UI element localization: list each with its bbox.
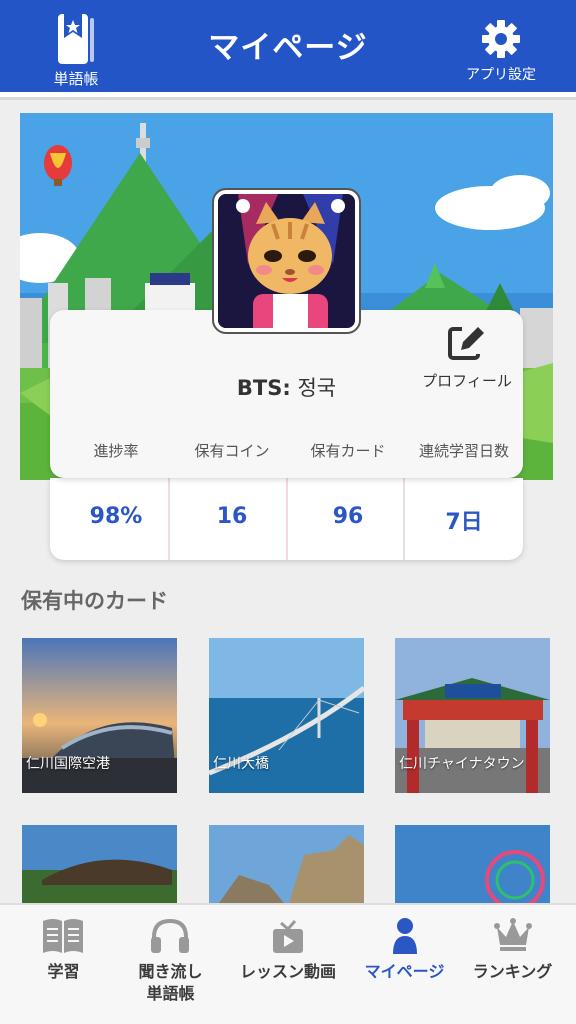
nav-label: 学習	[47, 962, 80, 981]
book-icon	[43, 919, 83, 953]
card-rocks[interactable]	[209, 825, 364, 903]
stat-divider	[168, 478, 170, 560]
card-incheon-chinatown[interactable]: 仁川チャイナタウン	[395, 638, 550, 793]
page-title: マイページ	[208, 30, 368, 66]
card-image	[209, 825, 364, 903]
card-incheon-airport[interactable]: 仁川国際空港	[22, 638, 177, 793]
app-settings-button[interactable]: アプリ設定	[456, 16, 546, 88]
card-temple[interactable]	[22, 825, 177, 903]
tv-icon	[273, 920, 303, 953]
nav-label: ランキング	[472, 962, 553, 981]
card-incheon-bridge[interactable]: 仁川大橋	[209, 638, 364, 793]
profile-name-prefix: BTS:	[236, 376, 291, 400]
app-settings-label: アプリ設定	[466, 67, 536, 83]
stat-divider	[286, 478, 288, 560]
vocab-book-button[interactable]: 単語帳	[38, 10, 114, 90]
edit-profile-label: プロフィール	[422, 372, 512, 390]
nav-ranking[interactable]: ランキング	[455, 905, 570, 1024]
nav-label: マイページ	[364, 962, 445, 981]
owned-cards-title: 保有中のカード	[21, 589, 168, 613]
nav-label: 聞き流し 単語帳	[113, 961, 228, 1005]
bottom-navigation: 学習 聞き流し 単語帳 レッスン動画 マイページ ランキング	[0, 903, 576, 1024]
card-ferris-wheel[interactable]	[395, 825, 550, 903]
crown-icon	[494, 918, 532, 951]
stat-label-streak: 連続学習日数	[418, 442, 509, 460]
nav-my-page[interactable]: マイページ	[347, 905, 462, 1024]
stat-label-coins: 保有コイン	[194, 442, 270, 460]
header-shadow	[0, 97, 576, 100]
card-image	[22, 825, 177, 903]
edit-profile-button[interactable]: プロフィール	[412, 318, 522, 390]
card-label: 仁川国際空港	[26, 756, 110, 772]
nav-lesson-videos[interactable]: レッスン動画	[225, 905, 351, 1024]
nav-study[interactable]: 学習	[6, 905, 121, 1024]
stat-value-coins: 16	[216, 504, 248, 529]
card-label: 仁川大橋	[213, 756, 269, 772]
edit-pencil-icon	[448, 324, 484, 360]
profile-name-value: 정국	[297, 376, 337, 400]
stat-value-streak: 7日	[445, 510, 483, 535]
card-image	[395, 825, 550, 903]
gear-icon	[482, 20, 520, 58]
headphones-icon	[151, 918, 189, 953]
avatar[interactable]	[212, 188, 361, 334]
person-icon	[393, 918, 417, 954]
stat-value-progress: 98%	[89, 504, 143, 529]
cat-avatar-image	[218, 194, 355, 328]
vocab-book-label: 単語帳	[53, 70, 99, 88]
stats-values-row: 98% 16 96 7日	[50, 478, 523, 560]
nav-listening-vocab[interactable]: 聞き流し 単語帳	[113, 905, 228, 1024]
stat-value-cards: 96	[332, 504, 364, 529]
stat-label-cards: 保有カード	[310, 442, 386, 460]
profile-card: BTS: 정국 プロフィール 進捗率 保有コイン 保有カード 連続学習日数	[50, 310, 523, 478]
nav-label-line-1: 聞き流し	[138, 962, 203, 981]
stat-label-progress: 進捗率	[93, 442, 139, 460]
nav-label: レッスン動画	[239, 962, 336, 981]
nav-label-line-2: 単語帳	[146, 984, 195, 1003]
bookmark-book-icon	[58, 14, 94, 64]
card-label: 仁川チャイナタウン	[399, 756, 525, 772]
